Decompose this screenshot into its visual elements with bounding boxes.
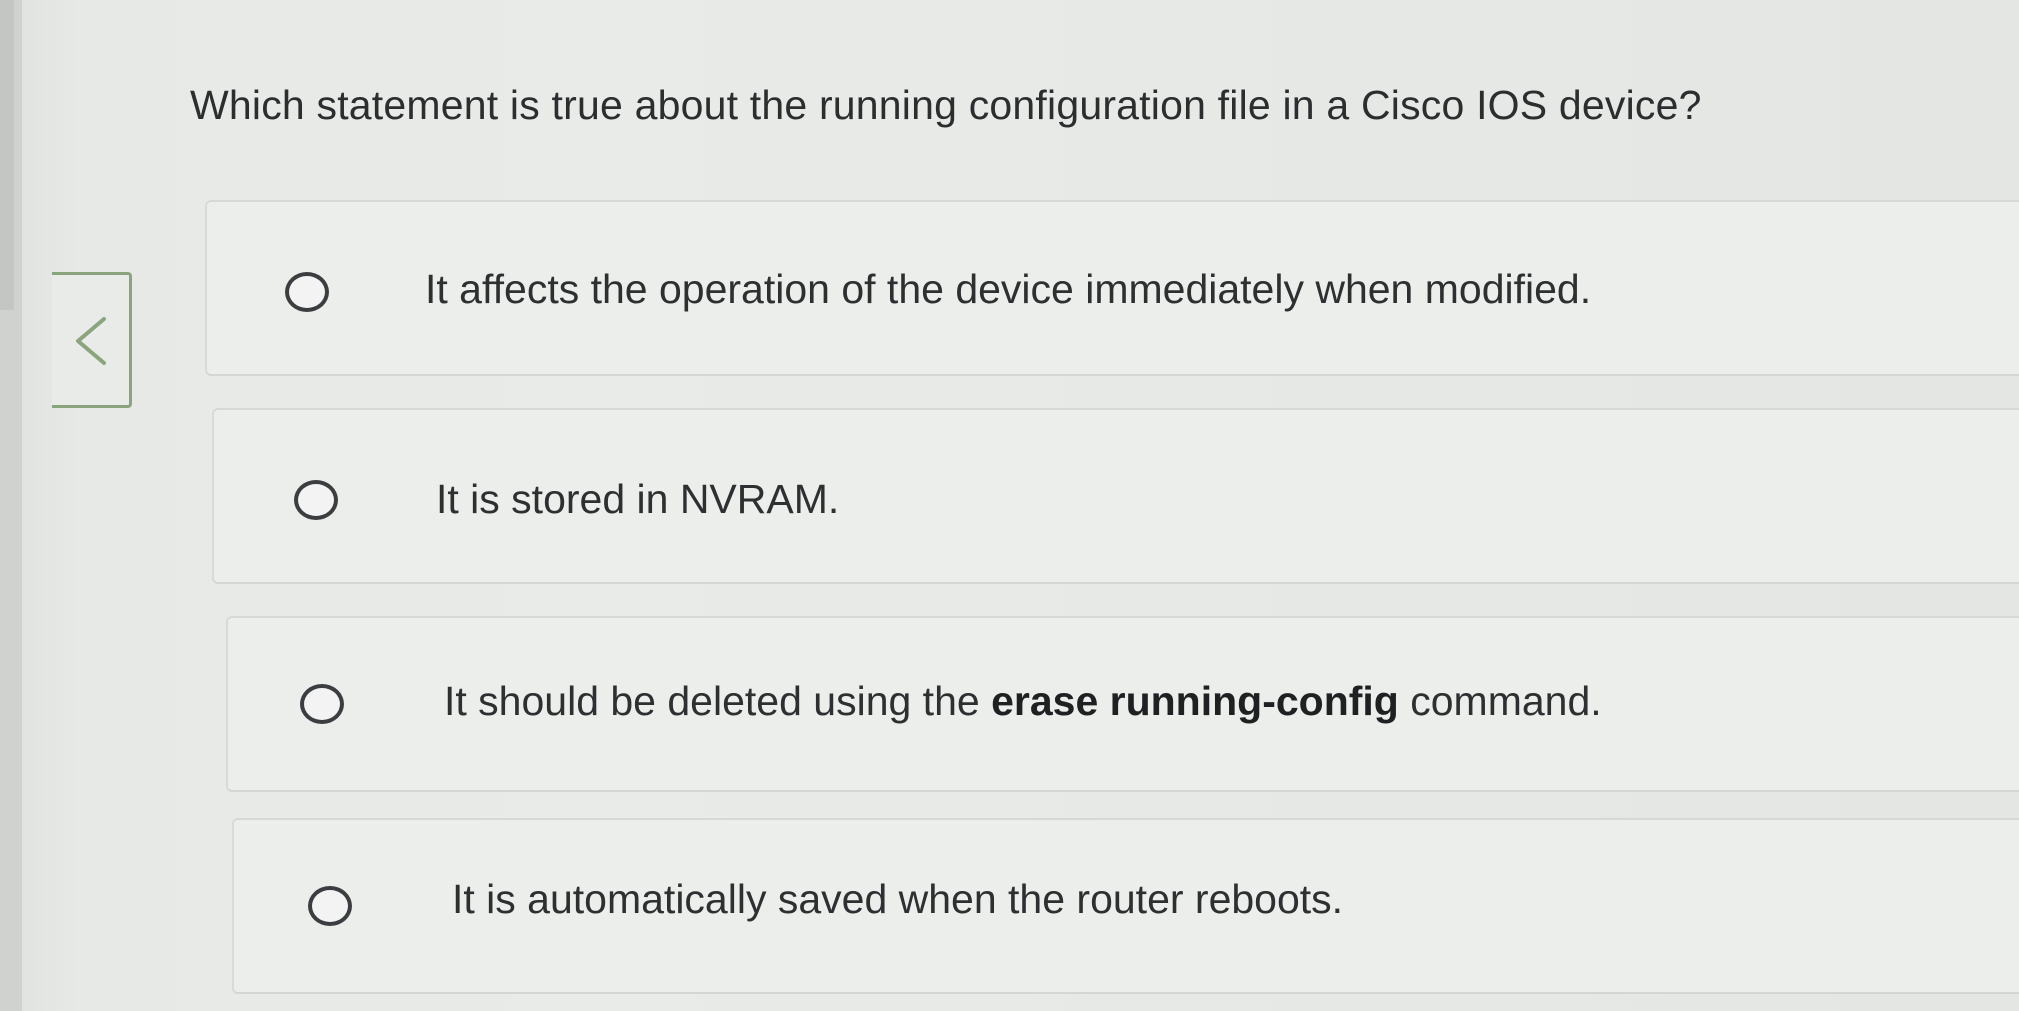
answer-option-3-text: It should be deleted using the erase run… [444,678,1602,725]
radio-button-3[interactable] [300,684,344,724]
answer-option-1-text: It affects the operation of the device i… [425,266,1592,312]
left-edge-panel [0,0,22,1011]
radio-button-2[interactable] [294,480,338,520]
quiz-page: Which statement is true about the runnin… [0,0,2019,1011]
question-text: Which statement is true about the runnin… [190,82,1702,128]
answer-option-4-text: It is automatically saved when the route… [452,876,1344,922]
command-name: erase running-config [991,678,1399,724]
radio-button-4[interactable] [308,886,352,926]
back-button[interactable] [52,272,132,408]
radio-button-1[interactable] [285,272,329,312]
chevron-left-icon [76,317,106,365]
answer-option-2-text: It is stored in NVRAM. [436,476,840,522]
answer-option-3-text-before: It should be deleted using the [444,678,992,724]
answer-option-3-text-after: command. [1398,678,1602,724]
answer-option-3[interactable]: It should be deleted using the erase run… [226,616,2019,792]
left-edge-scroll-thumb [0,0,14,310]
answer-option-4[interactable]: It is automatically saved when the route… [232,818,2019,994]
answer-option-2[interactable]: It is stored in NVRAM. [212,408,2019,584]
answer-option-1[interactable]: It affects the operation of the device i… [205,200,2019,376]
